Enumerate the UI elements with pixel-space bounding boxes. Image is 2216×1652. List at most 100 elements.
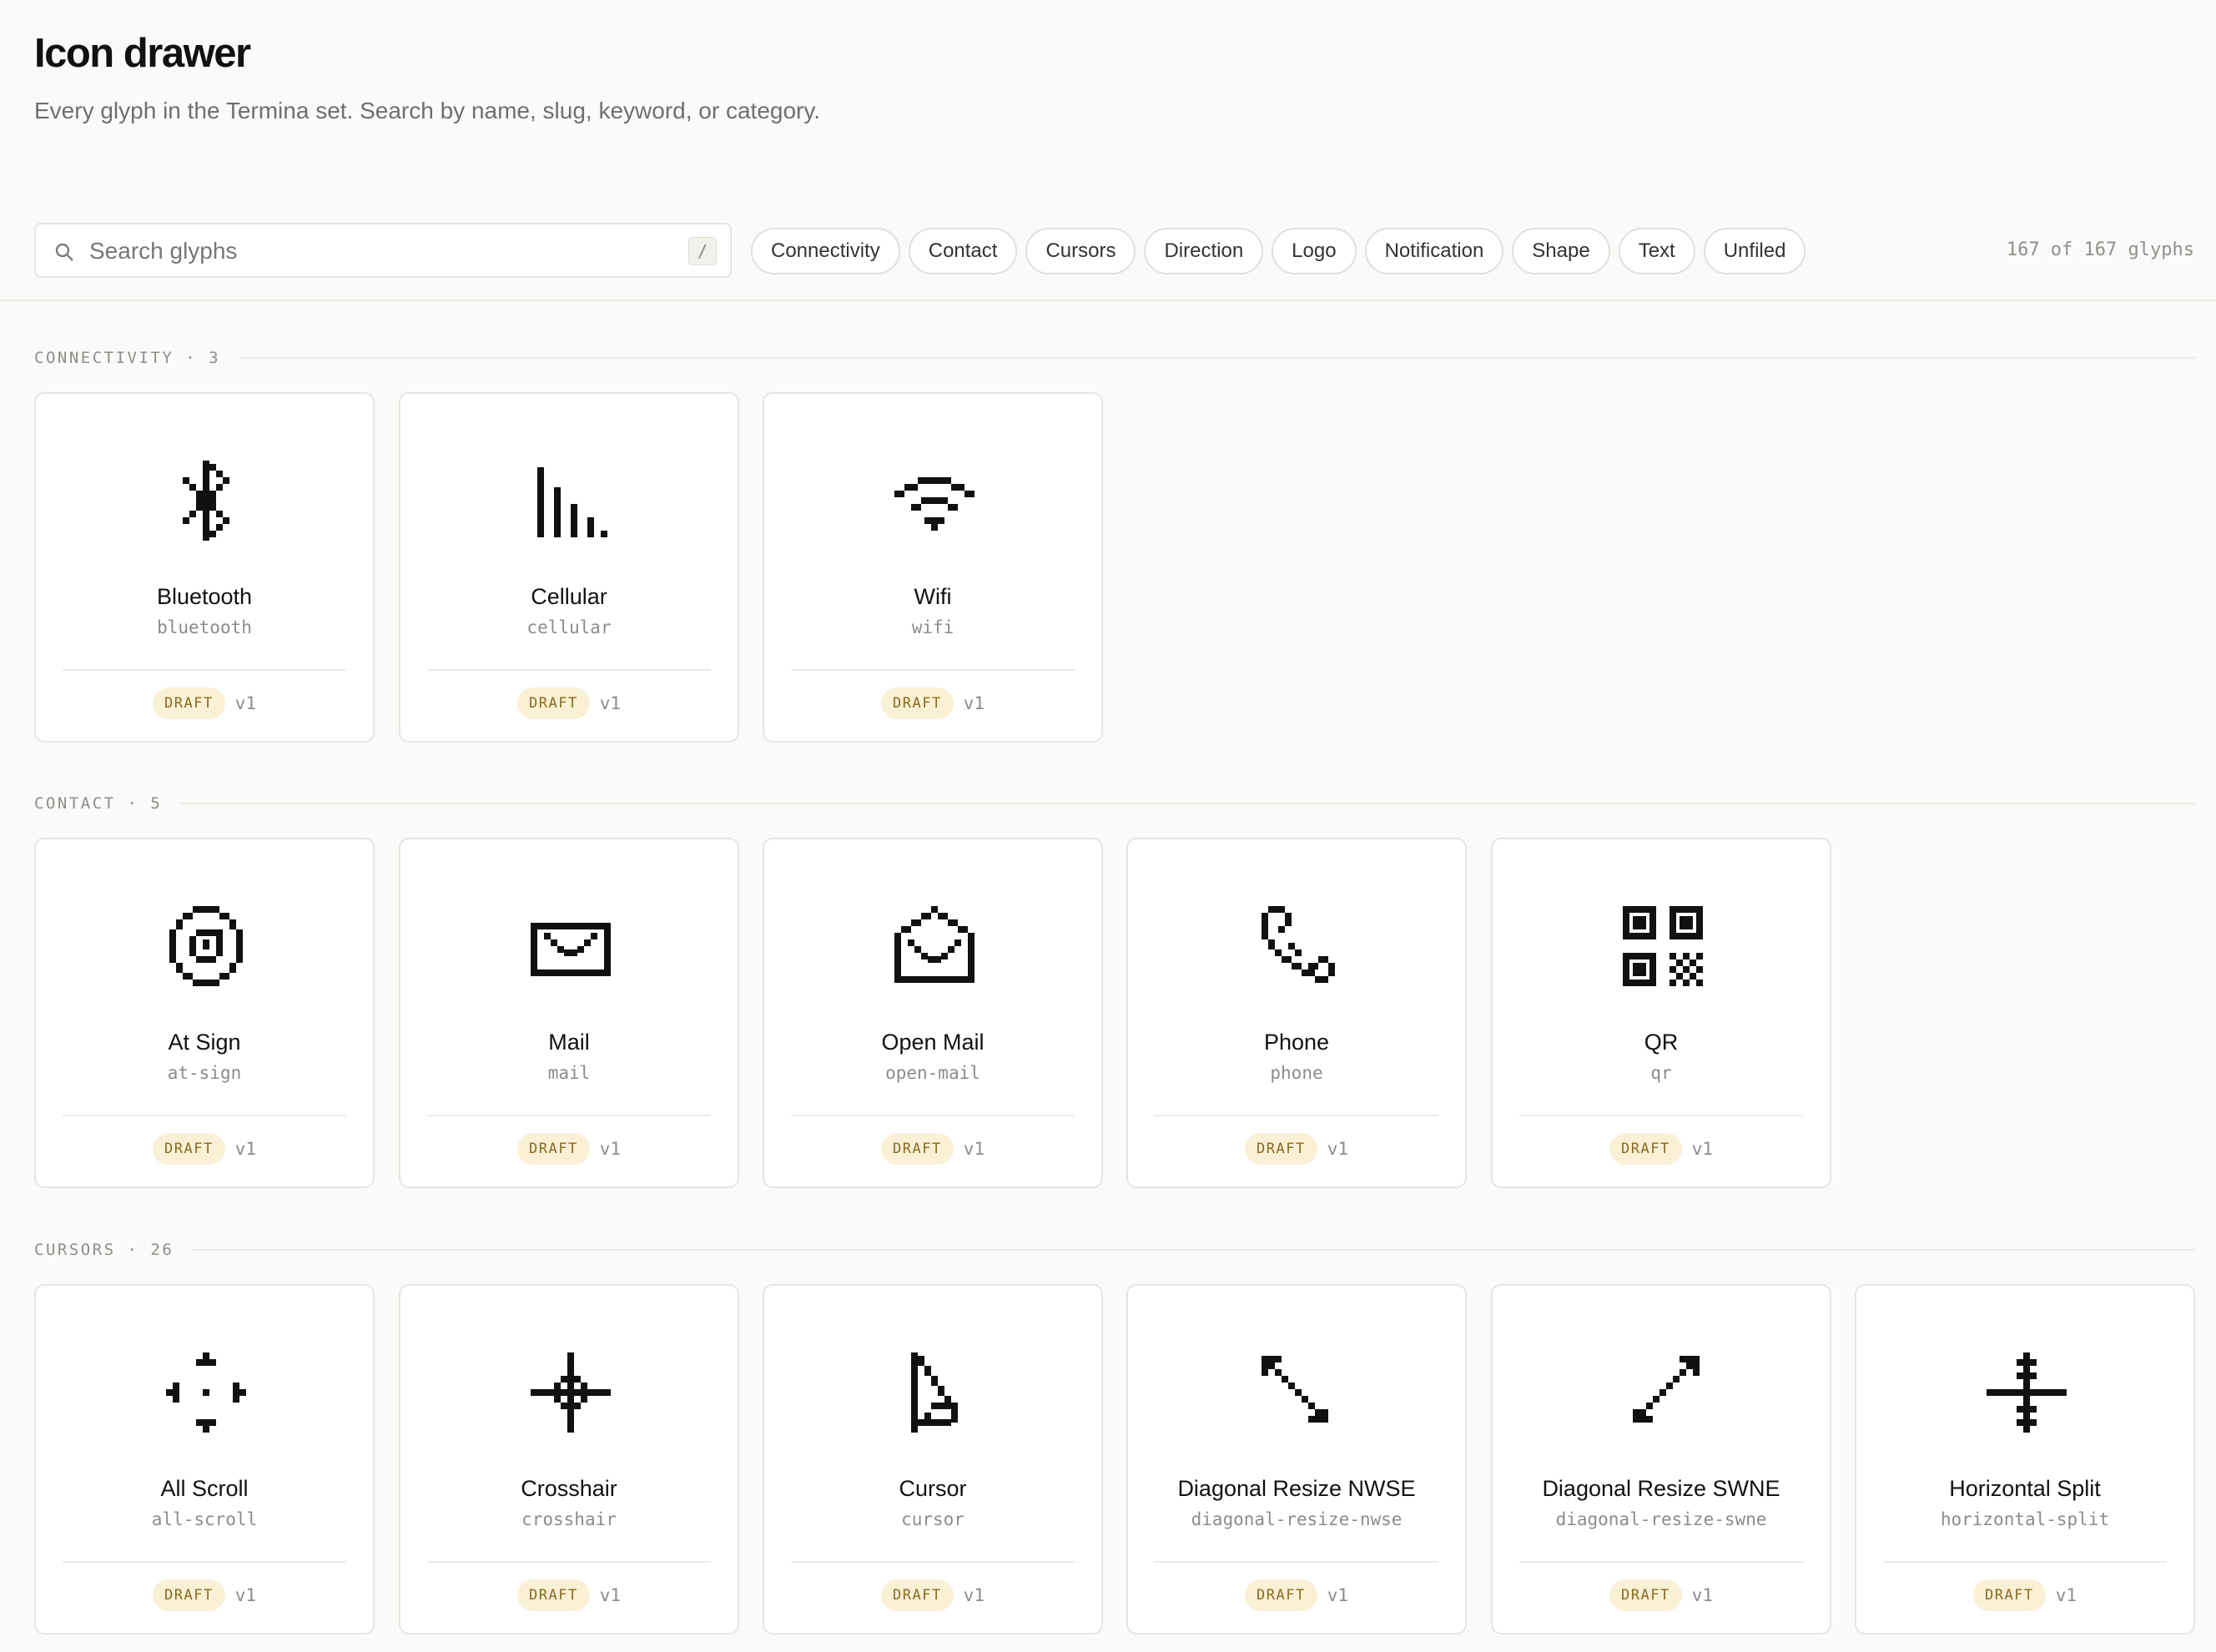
glyph-meta: DRAFT v1	[764, 687, 1101, 719]
qr-icon	[1619, 903, 1706, 990]
version-label: v1	[1327, 1139, 1348, 1159]
glyph-meta: DRAFT v1	[1128, 1579, 1465, 1611]
card-divider	[1155, 1561, 1438, 1563]
glyph-card-open-mail[interactable]: Open Mail open-mail DRAFT v1	[763, 838, 1103, 1188]
card-divider	[791, 1561, 1075, 1563]
glyph-name: Open Mail	[881, 1030, 985, 1055]
card-divider	[1519, 1561, 1803, 1563]
filter-chip-shape[interactable]: Shape	[1512, 228, 1610, 274]
card-divider	[63, 1115, 346, 1116]
search-icon	[54, 242, 74, 262]
section-divider	[239, 357, 2195, 359]
category-filters: Connectivity Contact Cursors Direction L…	[751, 228, 1806, 274]
header-divider	[0, 300, 2216, 301]
glyph-slug: horizontal-split	[1940, 1509, 2110, 1529]
glyph-slug: crosshair	[521, 1509, 617, 1529]
glyph-meta: DRAFT v1	[1128, 1133, 1465, 1165]
card-divider	[63, 1561, 346, 1563]
status-badge: DRAFT	[153, 1133, 225, 1165]
glyph-name: Mail	[548, 1030, 590, 1055]
glyph-meta: DRAFT v1	[764, 1579, 1101, 1611]
version-label: v1	[234, 1139, 256, 1159]
status-badge: DRAFT	[153, 1579, 225, 1611]
glyph-card-crosshair[interactable]: Crosshair crosshair DRAFT v1	[399, 1284, 739, 1634]
glyph-card-all-scroll[interactable]: All Scroll all-scroll DRAFT v1	[34, 1284, 375, 1634]
filter-chip-logo[interactable]: Logo	[1272, 228, 1357, 274]
status-badge: DRAFT	[1973, 1579, 2046, 1611]
glyph-card-at-sign[interactable]: At Sign at-sign DRAFT v1	[34, 838, 375, 1188]
glyph-meta: DRAFT v1	[764, 1133, 1101, 1165]
bluetooth-icon	[163, 457, 249, 544]
glyph-name: Diagonal Resize NWSE	[1177, 1476, 1416, 1501]
glyph-card-bluetooth[interactable]: Bluetooth bluetooth DRAFT v1	[34, 392, 375, 743]
status-badge: DRAFT	[517, 1579, 590, 1611]
version-label: v1	[1327, 1585, 1348, 1605]
page-subtitle: Every glyph in the Termina set. Search b…	[34, 98, 821, 123]
version-label: v1	[1691, 1585, 1713, 1605]
glyph-slug: open-mail	[885, 1063, 980, 1083]
status-badge: DRAFT	[1609, 1133, 1682, 1165]
glyph-meta: DRAFT v1	[36, 687, 373, 719]
filter-chip-contact[interactable]: Contact	[908, 228, 1018, 274]
glyph-card-wifi[interactable]: Wifi wifi DRAFT v1	[763, 392, 1103, 743]
version-label: v1	[2055, 1585, 2077, 1605]
glyph-slug: bluetooth	[157, 617, 252, 637]
filter-chip-cursors[interactable]: Cursors	[1025, 228, 1136, 274]
glyph-card-qr[interactable]: QR qr DRAFT v1	[1491, 838, 1831, 1188]
section-title: CONTACT · 5	[34, 794, 163, 813]
filter-chip-text[interactable]: Text	[1618, 228, 1695, 274]
version-label: v1	[234, 693, 256, 713]
glyph-name: At Sign	[168, 1030, 241, 1055]
glyph-card-phone[interactable]: Phone phone DRAFT v1	[1126, 838, 1467, 1188]
glyph-slug: qr	[1650, 1063, 1672, 1083]
section-header-contact: CONTACT · 5	[34, 791, 2195, 816]
search-shortcut-hint: /	[688, 237, 717, 265]
section-divider	[192, 1249, 2195, 1251]
card-divider	[427, 669, 711, 671]
glyph-card-diagonal-resize-nwse[interactable]: Diagonal Resize NWSE diagonal-resize-nws…	[1126, 1284, 1467, 1634]
glyph-meta: DRAFT v1	[1493, 1133, 1830, 1165]
cursor-icon	[891, 1349, 978, 1436]
filter-chip-unfiled[interactable]: Unfiled	[1703, 228, 1806, 274]
glyph-card-cursor[interactable]: Cursor cursor DRAFT v1	[763, 1284, 1103, 1634]
diagonal-resize-swne-icon	[1619, 1349, 1706, 1436]
glyph-card-mail[interactable]: Mail mail DRAFT v1	[399, 838, 739, 1188]
glyph-meta: DRAFT v1	[36, 1133, 373, 1165]
page-title: Icon drawer	[34, 31, 251, 76]
section-title: CONNECTIVITY · 3	[34, 349, 221, 367]
glyph-name: All Scroll	[160, 1476, 249, 1501]
cellular-icon	[527, 457, 614, 544]
status-badge: DRAFT	[1609, 1579, 1682, 1611]
version-label: v1	[599, 1585, 621, 1605]
glyph-slug: phone	[1270, 1063, 1323, 1083]
glyph-slug: mail	[547, 1063, 591, 1083]
crosshair-icon	[527, 1349, 614, 1436]
glyph-name: Horizontal Split	[1949, 1476, 2101, 1501]
status-badge: DRAFT	[1245, 1133, 1317, 1165]
all-scroll-icon	[163, 1349, 249, 1436]
filter-chip-notification[interactable]: Notification	[1364, 228, 1504, 274]
status-badge: DRAFT	[517, 1133, 590, 1165]
glyph-name: Bluetooth	[156, 584, 253, 609]
card-divider	[1519, 1115, 1803, 1116]
status-badge: DRAFT	[517, 687, 590, 719]
status-badge: DRAFT	[881, 1579, 954, 1611]
glyph-name: Wifi	[914, 584, 952, 609]
card-divider	[1155, 1115, 1438, 1116]
search-box[interactable]: /	[34, 223, 732, 278]
card-divider	[791, 1115, 1075, 1116]
glyph-name: QR	[1644, 1030, 1679, 1055]
glyph-card-horizontal-split[interactable]: Horizontal Split horizontal-split DRAFT …	[1855, 1284, 2195, 1634]
glyph-meta: DRAFT v1	[400, 687, 738, 719]
filter-chip-connectivity[interactable]: Connectivity	[751, 228, 900, 274]
glyph-card-cellular[interactable]: Cellular cellular DRAFT v1	[399, 392, 739, 743]
glyph-slug: diagonal-resize-nwse	[1191, 1509, 1403, 1529]
section-divider	[180, 803, 2195, 804]
horizontal-split-icon	[1983, 1349, 2070, 1436]
section-header-cursors: CURSORS · 26	[34, 1237, 2195, 1262]
search-input[interactable]	[89, 233, 673, 269]
phone-icon	[1255, 903, 1342, 990]
glyph-meta: DRAFT v1	[1856, 1579, 2193, 1611]
filter-chip-direction[interactable]: Direction	[1144, 228, 1264, 274]
glyph-card-diagonal-resize-swne[interactable]: Diagonal Resize SWNE diagonal-resize-swn…	[1491, 1284, 1831, 1634]
